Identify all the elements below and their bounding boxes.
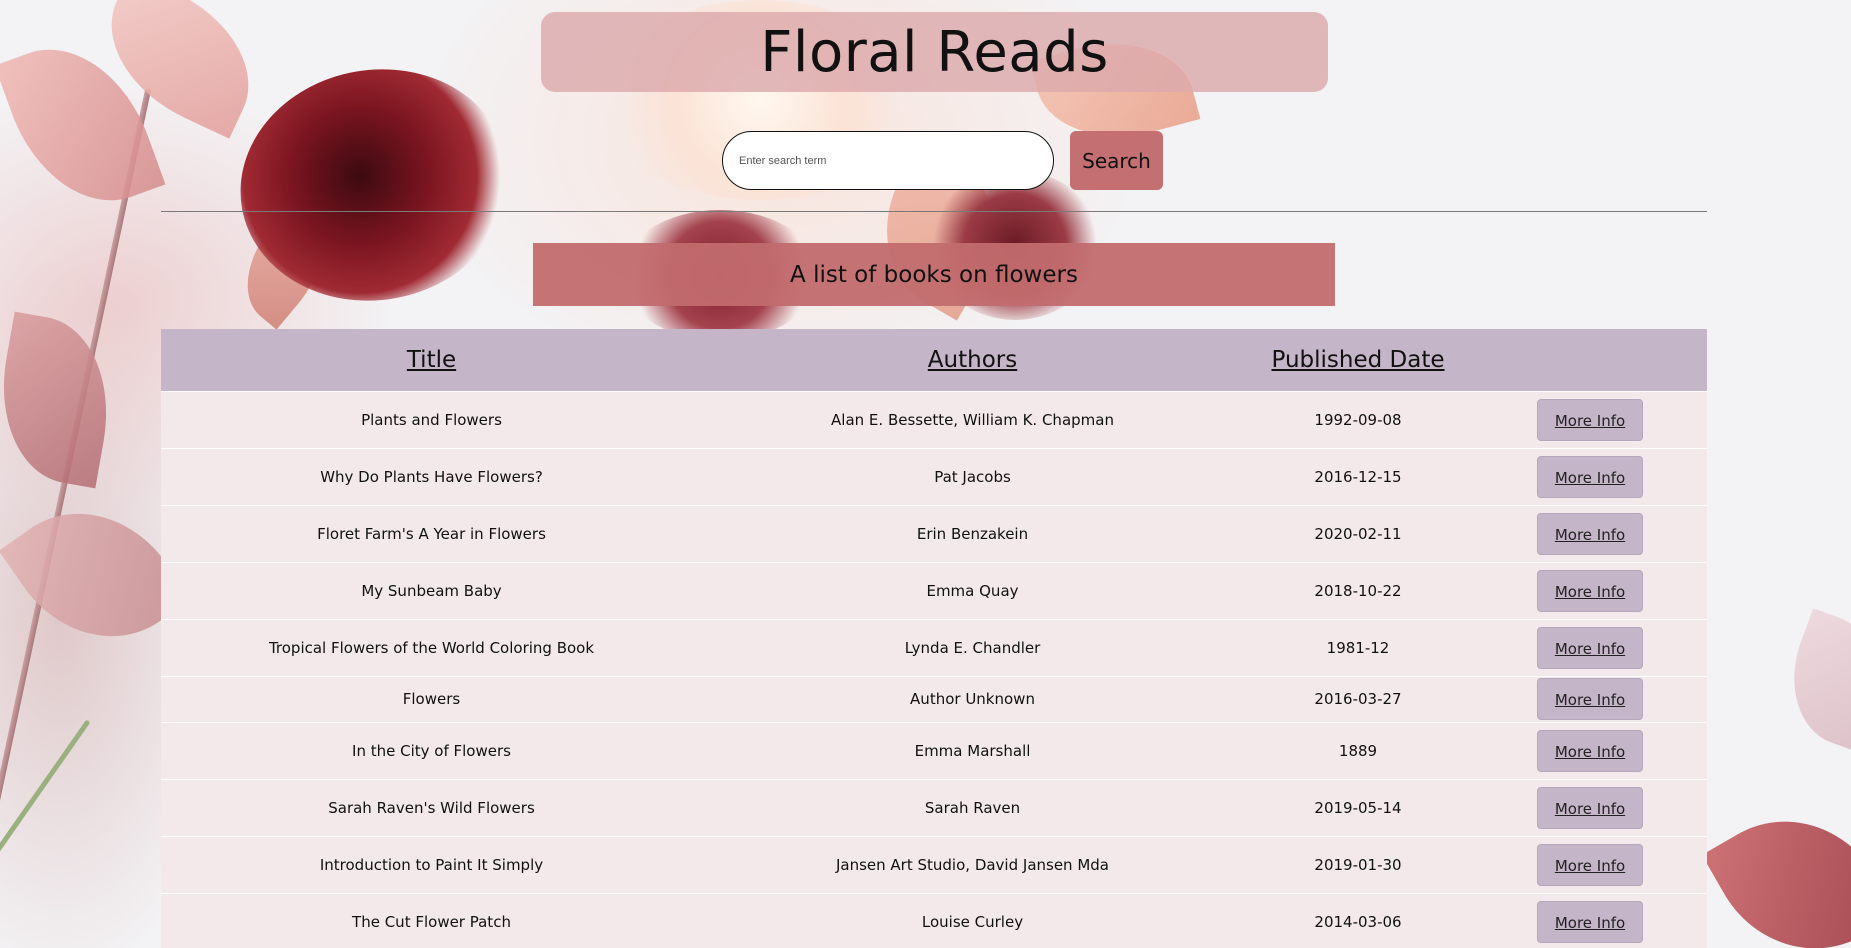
book-published-date: 1981-12 (1326, 638, 1390, 657)
table-row: Introduction to Paint It Simply Jansen Ar… (161, 836, 1707, 893)
book-actions: More Info (1473, 505, 1707, 562)
book-actions: More Info (1473, 619, 1707, 676)
book-authors: Pat Jacobs (934, 467, 1011, 486)
book-published-date: 1992-09-08 (1314, 410, 1402, 429)
book-actions: More Info (1473, 722, 1707, 779)
book-title: Floret Farm's A Year in Flowers (317, 524, 546, 543)
more-info-button[interactable]: More Info (1537, 843, 1643, 886)
more-info-button[interactable]: More Info (1537, 729, 1643, 772)
book-actions: More Info (1473, 448, 1707, 505)
table-row: Why Do Plants Have Flowers? Pat Jacobs 201… (161, 448, 1707, 505)
book-authors: Louise Curley (921, 912, 1024, 931)
book-title: Flowers (402, 690, 461, 708)
book-published-date: 2020-02-11 (1314, 524, 1402, 543)
book-published-date: 2019-05-14 (1314, 798, 1402, 817)
book-title: Introduction to Paint It Simply (319, 855, 544, 874)
table-header-row: Title Authors Published Date (161, 329, 1707, 391)
table-row: Floret Farm's A Year in Flowers Erin Benz… (161, 505, 1707, 562)
book-authors: Jansen Art Studio, David Jansen Mda (835, 855, 1109, 874)
table-row: Sarah Raven's Wild Flowers Sarah Raven 201… (161, 779, 1707, 836)
search-button[interactable]: Search (1070, 131, 1163, 190)
book-published-date: 2014-03-06 (1314, 912, 1402, 931)
more-info-button[interactable]: More Info (1537, 455, 1643, 498)
book-published-date: 1889 (1338, 741, 1378, 760)
book-authors: Erin Benzakein (916, 524, 1029, 543)
book-authors: Emma Marshall (914, 741, 1031, 760)
more-info-button[interactable]: More Info (1537, 786, 1643, 829)
column-header-published-date[interactable]: Published Date (1243, 329, 1473, 391)
book-title: Why Do Plants Have Flowers? (320, 467, 543, 486)
book-published-date: 2016-12-15 (1314, 467, 1402, 486)
title-banner: Floral Reads (541, 12, 1328, 92)
table-row: The Cut Flower Patch Louise Curley 2014-03… (161, 893, 1707, 948)
book-actions: More Info (1473, 676, 1707, 722)
subtitle-banner: A list of books on flowers (533, 243, 1335, 306)
book-published-date: 2016-03-27 (1314, 690, 1402, 708)
book-authors: Sarah Raven (924, 798, 1021, 817)
list-subtitle: A list of books on flowers (790, 261, 1078, 288)
search-input[interactable] (722, 131, 1054, 190)
more-info-button[interactable]: More Info (1537, 512, 1643, 555)
book-title: In the City of Flowers (352, 741, 511, 760)
more-info-button[interactable]: More Info (1537, 398, 1643, 441)
book-actions: More Info (1473, 779, 1707, 836)
search-bar: Search (722, 131, 1163, 190)
book-authors: Author Unknown (910, 690, 1035, 708)
book-published-date: 2018-10-22 (1314, 581, 1402, 600)
books-table: Title Authors Published Date Plants and … (161, 329, 1707, 948)
book-actions: More Info (1473, 836, 1707, 893)
more-info-button[interactable]: More Info (1537, 678, 1643, 720)
book-title: Plants and Flowers (361, 410, 502, 429)
table-row: My Sunbeam Baby Emma Quay 2018-10-22 More I… (161, 562, 1707, 619)
more-info-button[interactable]: More Info (1537, 626, 1643, 669)
book-published-date: 2019-01-30 (1314, 855, 1402, 874)
page-title: Floral Reads (760, 19, 1109, 85)
book-title: My Sunbeam Baby (361, 581, 502, 600)
column-header-title[interactable]: Title (161, 329, 702, 391)
table-row: Flowers Author Unknown 2016-03-27 More Info (161, 676, 1707, 722)
book-authors: Lynda E. Chandler (904, 638, 1041, 657)
book-title: The Cut Flower Patch (352, 912, 511, 931)
column-header-actions (1473, 329, 1707, 391)
table-row: Plants and Flowers Alan E. Bessette, Will… (161, 391, 1707, 448)
book-actions: More Info (1473, 391, 1707, 448)
book-authors: Emma Quay (926, 581, 1019, 600)
table-row: In the City of Flowers Emma Marshall 1889 M… (161, 722, 1707, 779)
column-header-authors[interactable]: Authors (702, 329, 1243, 391)
divider (161, 211, 1707, 212)
table-row: Tropical Flowers of the World Coloring B… (161, 619, 1707, 676)
book-actions: More Info (1473, 562, 1707, 619)
book-authors: Alan E. Bessette, William K. Chapman (831, 410, 1114, 429)
book-title: Tropical Flowers of the World Coloring B… (268, 638, 595, 657)
books-table-container: Title Authors Published Date Plants and … (161, 329, 1707, 948)
more-info-button[interactable]: More Info (1537, 900, 1643, 943)
more-info-button[interactable]: More Info (1537, 569, 1643, 612)
book-title: Sarah Raven's Wild Flowers (328, 798, 535, 817)
book-actions: More Info (1473, 893, 1707, 948)
